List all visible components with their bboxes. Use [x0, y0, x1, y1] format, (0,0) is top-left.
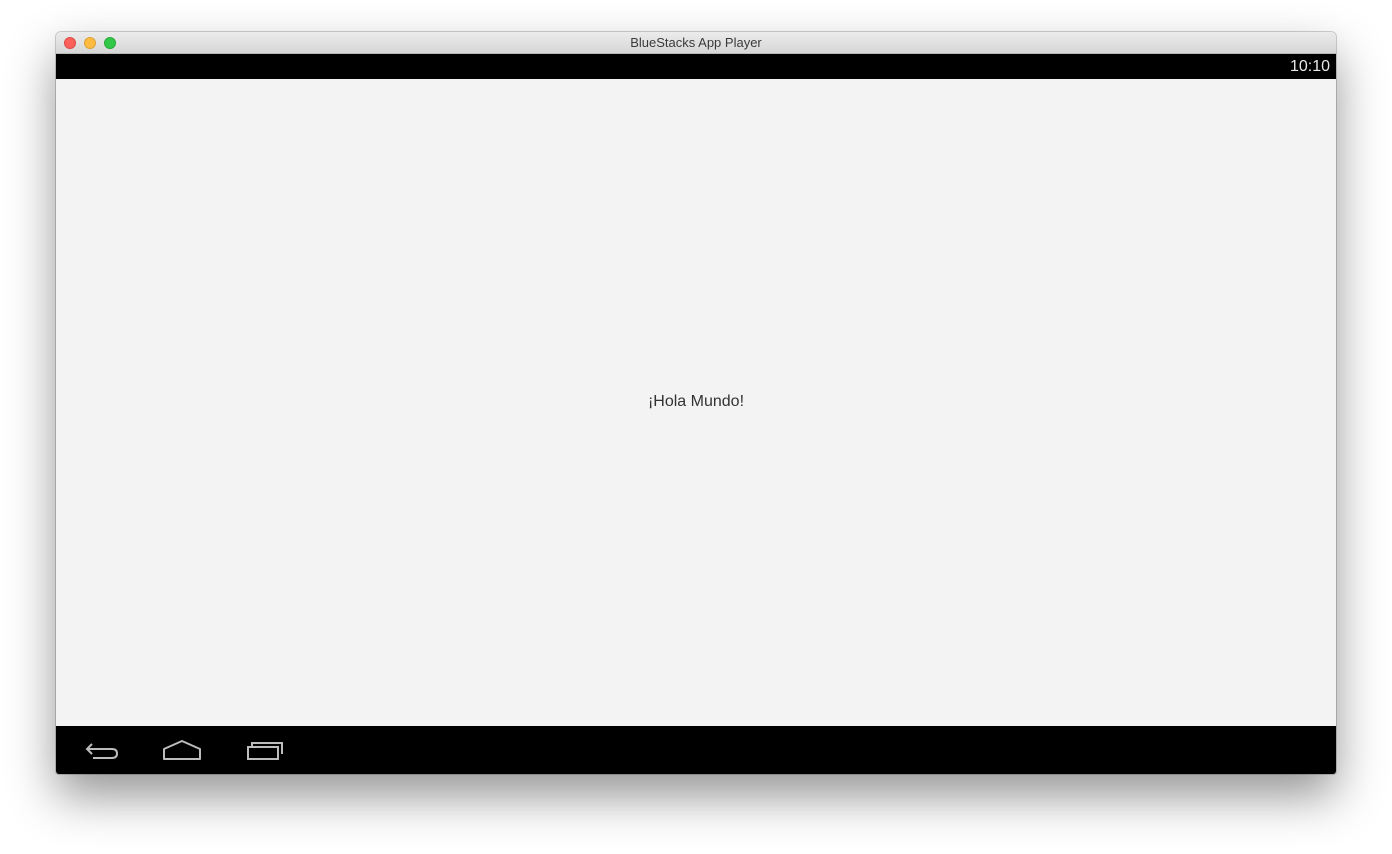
android-navigation-bar: [56, 726, 1336, 774]
status-clock: 10:10: [1289, 58, 1330, 75]
hello-world-text: ¡Hola Mundo!: [647, 393, 745, 410]
home-button[interactable]: [160, 734, 204, 766]
recent-apps-button[interactable]: [241, 734, 285, 766]
back-arrow-icon: [85, 743, 119, 759]
recent-apps-icon: [247, 742, 283, 760]
window-title: BlueStacks App Player: [630, 35, 762, 50]
app-content-area: ¡Hola Mundo!: [56, 79, 1336, 726]
back-button[interactable]: [80, 734, 124, 766]
bluestacks-window: BlueStacks App Player 10:10 ¡Hola Mundo!: [56, 32, 1336, 774]
title-bar[interactable]: BlueStacks App Player: [56, 32, 1336, 54]
android-status-bar: 10:10: [56, 54, 1336, 79]
home-icon: [163, 740, 201, 760]
